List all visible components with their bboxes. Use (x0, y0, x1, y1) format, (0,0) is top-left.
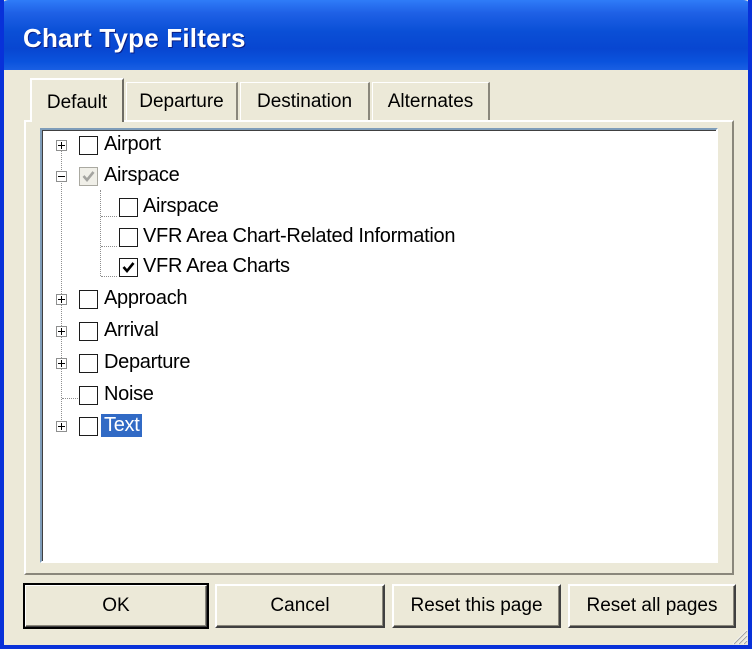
text-checkbox[interactable] (79, 417, 98, 436)
tree-item-vfr-related-info[interactable]: VFR Area Chart-Related Information (42, 222, 642, 252)
reset-this-page-label: Reset this page (410, 595, 543, 616)
tab-alternates-label: Alternates (387, 91, 474, 112)
tree-item-airspace[interactable]: Airspace (42, 192, 642, 222)
tree-item-airport[interactable]: Airport (42, 130, 642, 160)
noise-checkbox[interactable] (79, 386, 98, 405)
reset-all-pages-button[interactable]: Reset all pages (568, 584, 736, 628)
expand-icon[interactable] (56, 140, 67, 151)
tab-default[interactable]: Default (30, 78, 124, 122)
expand-icon[interactable] (56, 326, 67, 337)
tree-item-vfr-area-charts[interactable]: VFR Area Charts (42, 252, 642, 282)
tree-item-airspace-group[interactable]: Airspace (42, 161, 642, 191)
expand-icon[interactable] (56, 358, 67, 369)
vfr-area-charts-checkbox[interactable] (119, 258, 138, 277)
tree-item-label: Departure (104, 351, 191, 373)
arrival-checkbox[interactable] (79, 322, 98, 341)
tab-destination-label: Destination (256, 91, 353, 112)
expand-icon[interactable] (56, 294, 67, 305)
tree-item-label: Airspace (143, 195, 219, 217)
reset-this-page-button[interactable]: Reset this page (392, 584, 561, 628)
tab-departure-label: Departure (139, 91, 224, 112)
tree-item-arrival[interactable]: Arrival (42, 316, 642, 346)
tree-item-label: Arrival (104, 319, 159, 341)
collapse-icon[interactable] (56, 171, 67, 182)
tree-item-noise[interactable]: Noise (42, 380, 642, 410)
tree-item-label: Noise (104, 383, 154, 405)
approach-checkbox[interactable] (79, 290, 98, 309)
cancel-button-label: Cancel (270, 595, 330, 616)
tab-panel-default: Airport Airspace Airspace VFR Area Chart… (24, 120, 734, 575)
cancel-button[interactable]: Cancel (215, 584, 385, 628)
tree-item-label: Airport (104, 133, 161, 155)
airspace-checkbox[interactable] (119, 198, 138, 217)
departure-checkbox[interactable] (79, 354, 98, 373)
tree-item-label-selected: Text (101, 414, 143, 437)
ok-button-label: OK (102, 595, 130, 616)
tree-item-label: Airspace (104, 164, 180, 186)
airspace-group-checkbox[interactable] (79, 167, 98, 186)
grey-checkmark-icon (82, 171, 95, 183)
airport-checkbox[interactable] (79, 136, 98, 155)
tree-item-text[interactable]: Text (42, 411, 642, 441)
ok-button[interactable]: OK (23, 583, 209, 629)
vfr-related-info-checkbox[interactable] (119, 228, 138, 247)
tab-departure[interactable]: Departure (126, 82, 238, 120)
checkmark-icon (122, 262, 135, 274)
title-bar[interactable]: Chart Type Filters (4, 0, 748, 70)
tree-item-approach[interactable]: Approach (42, 284, 642, 314)
tree-item-label: Approach (104, 287, 188, 309)
reset-all-pages-label: Reset all pages (586, 595, 718, 616)
chart-type-tree[interactable]: Airport Airspace Airspace VFR Area Chart… (40, 128, 718, 563)
window-title: Chart Type Filters (23, 23, 246, 53)
dialog-window: Chart Type Filters Default Departure Des… (0, 0, 752, 649)
tree-item-departure[interactable]: Departure (42, 348, 642, 378)
resize-grip-icon[interactable] (730, 627, 748, 645)
tab-alternates[interactable]: Alternates (372, 82, 490, 120)
expand-icon[interactable] (56, 421, 67, 432)
tab-default-label: Default (46, 92, 108, 113)
tree-item-label: VFR Area Charts (143, 255, 290, 277)
tree-item-label: VFR Area Chart-Related Information (143, 225, 456, 247)
tab-destination[interactable]: Destination (240, 82, 370, 120)
